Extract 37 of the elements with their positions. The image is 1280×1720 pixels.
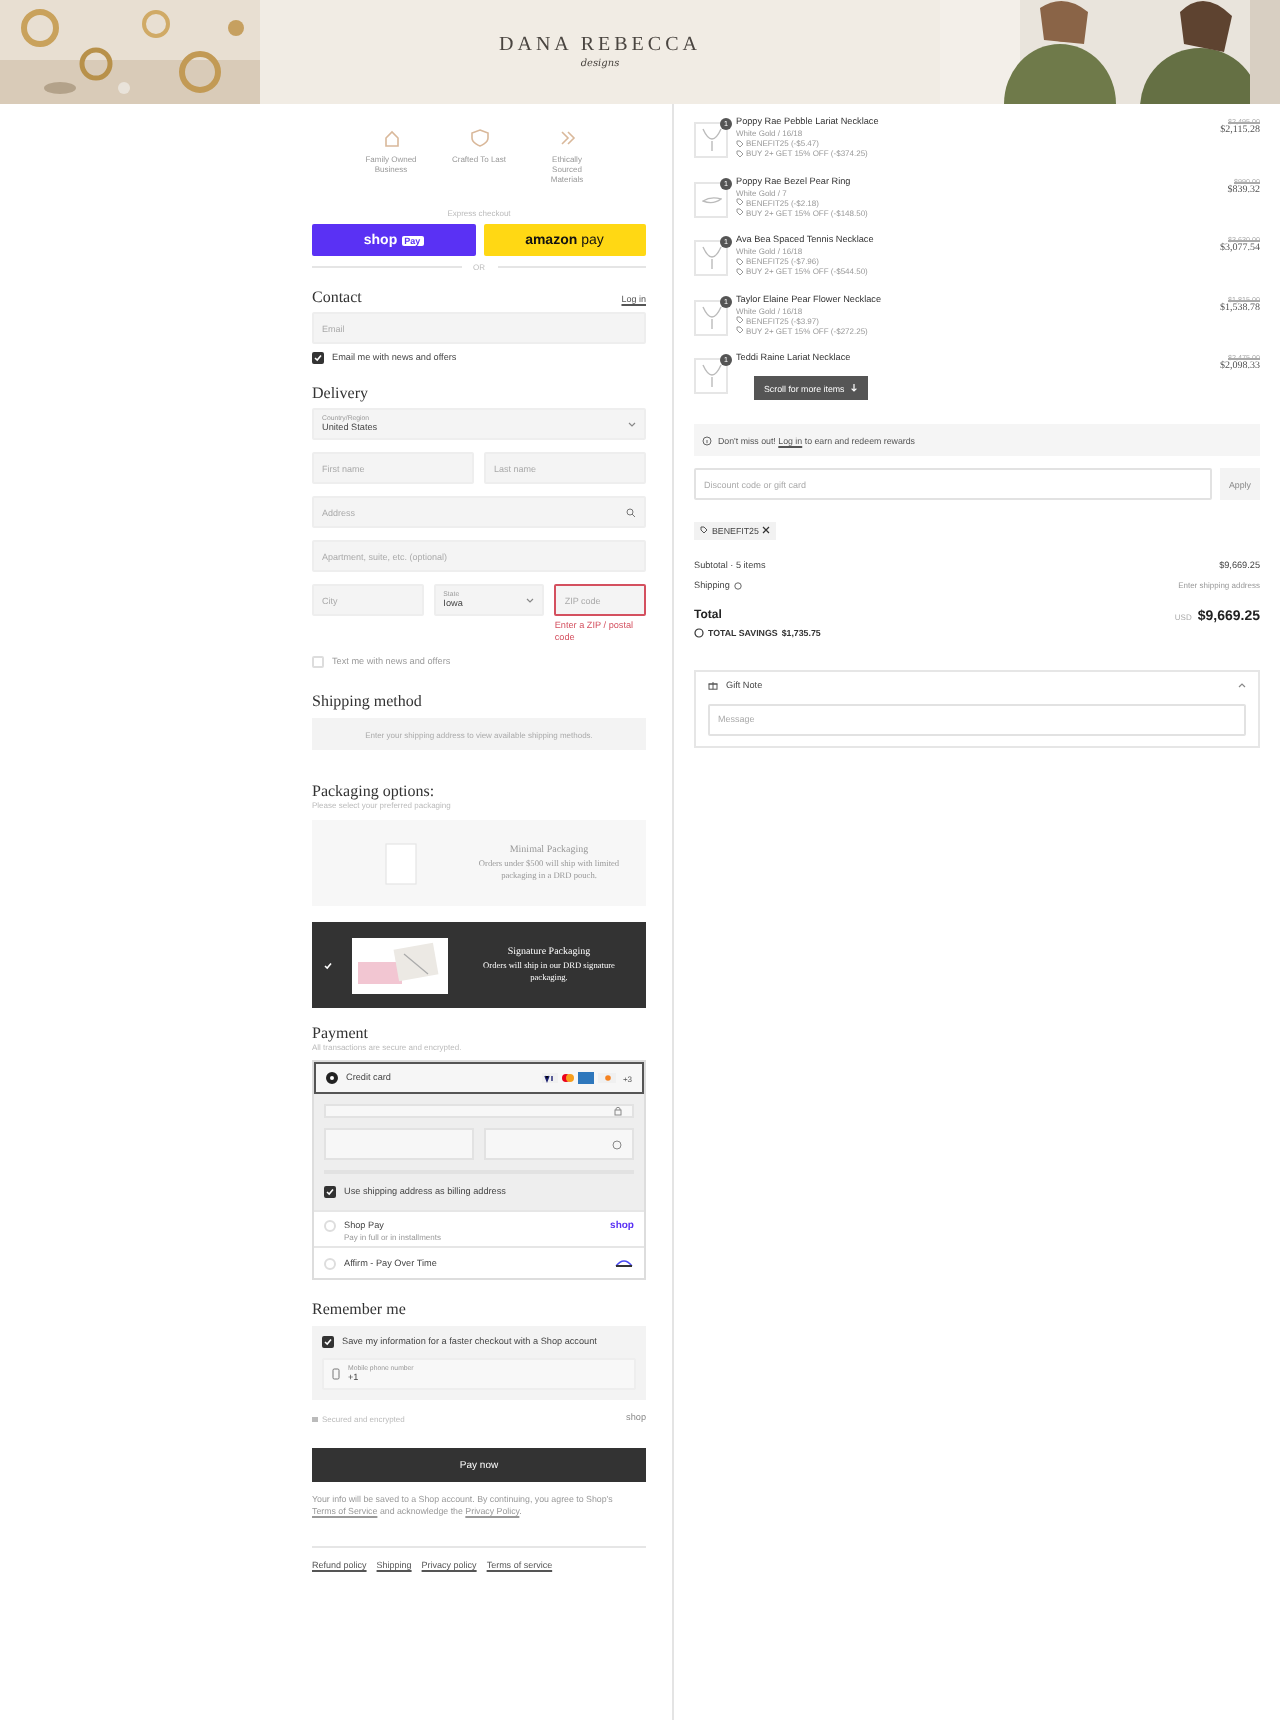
section-title: Delivery [312, 384, 368, 402]
necklace-icon [701, 246, 721, 270]
card-brands-icon [542, 1072, 619, 1084]
shield-icon [469, 128, 489, 148]
checkbox[interactable] [322, 1336, 334, 1348]
checkbox[interactable] [324, 1186, 336, 1198]
section-title: Contact [312, 288, 362, 306]
arrow-down-icon [850, 384, 859, 392]
check-icon [324, 961, 332, 969]
search-icon [626, 507, 636, 517]
section-title: Remember me [312, 1300, 408, 1318]
section-title: Packaging options: [312, 782, 437, 800]
help-icon [733, 581, 742, 589]
savings-icon [694, 627, 704, 637]
lock-icon [312, 1414, 318, 1422]
necklace-icon [701, 128, 721, 152]
house-icon [381, 128, 401, 148]
info-icon [702, 435, 712, 445]
brand-logo[interactable]: DANA REBECCA [499, 34, 701, 56]
necklace-icon [701, 305, 721, 329]
close-icon[interactable] [762, 526, 771, 534]
section-title: Shipping method [312, 692, 424, 710]
card-number-field[interactable] [324, 1104, 634, 1118]
necklace-icon [701, 364, 721, 388]
lock-icon [614, 1106, 622, 1116]
help-icon [612, 1139, 622, 1149]
chevron-down-icon [526, 597, 535, 603]
security-code-field[interactable] [484, 1128, 634, 1160]
checkbox[interactable] [312, 352, 324, 364]
affirm-logo-icon [614, 1258, 634, 1268]
ring-icon [701, 195, 721, 203]
tag-icon [700, 526, 708, 534]
chevron-down-icon [628, 421, 636, 427]
gift-icon [708, 680, 718, 690]
chevrons-icon [557, 128, 577, 148]
section-title: Payment [312, 1024, 370, 1042]
phone-icon [332, 1368, 340, 1380]
